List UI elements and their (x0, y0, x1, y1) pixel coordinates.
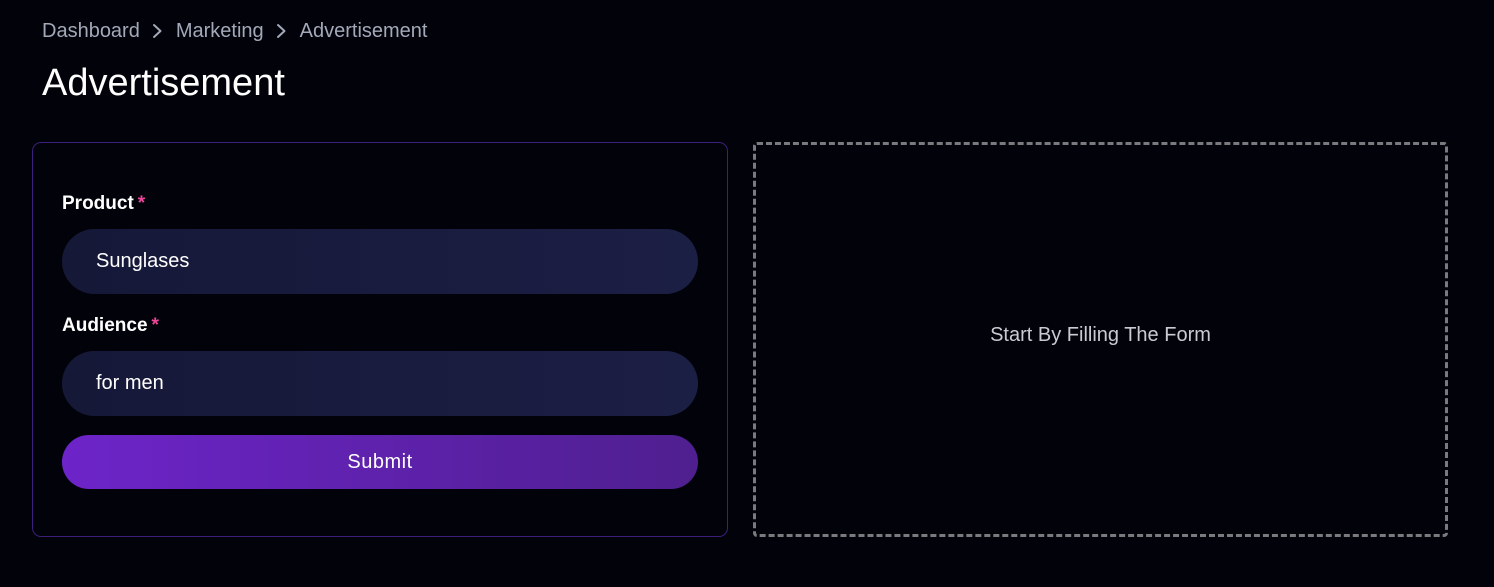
output-placeholder: Start By Filling The Form (990, 324, 1211, 346)
page-title: Advertisement (42, 62, 285, 104)
audience-input[interactable] (62, 351, 698, 416)
chevron-right-icon (140, 18, 176, 44)
required-mark: * (151, 315, 159, 336)
breadcrumb: Dashboard Marketing Advertisement (42, 18, 428, 44)
advertisement-form: Product* Audience* Submit (32, 142, 728, 537)
required-mark: * (137, 193, 146, 214)
breadcrumb-item-dashboard[interactable]: Dashboard (42, 20, 140, 43)
submit-button[interactable]: Submit (62, 435, 698, 489)
audience-label-text: Audience (62, 315, 148, 336)
breadcrumb-item-advertisement: Advertisement (299, 19, 428, 42)
chevron-right-icon (264, 18, 300, 44)
product-input[interactable] (62, 229, 698, 294)
breadcrumb-item-marketing[interactable]: Marketing (176, 20, 264, 43)
product-label-text: Product (62, 193, 134, 214)
page: Dashboard Marketing Advertisement Advert… (0, 0, 1494, 587)
product-label: Product * (62, 193, 145, 215)
audience-label: Audience * (62, 315, 159, 337)
output-panel: Start By Filling The Form (753, 142, 1448, 537)
